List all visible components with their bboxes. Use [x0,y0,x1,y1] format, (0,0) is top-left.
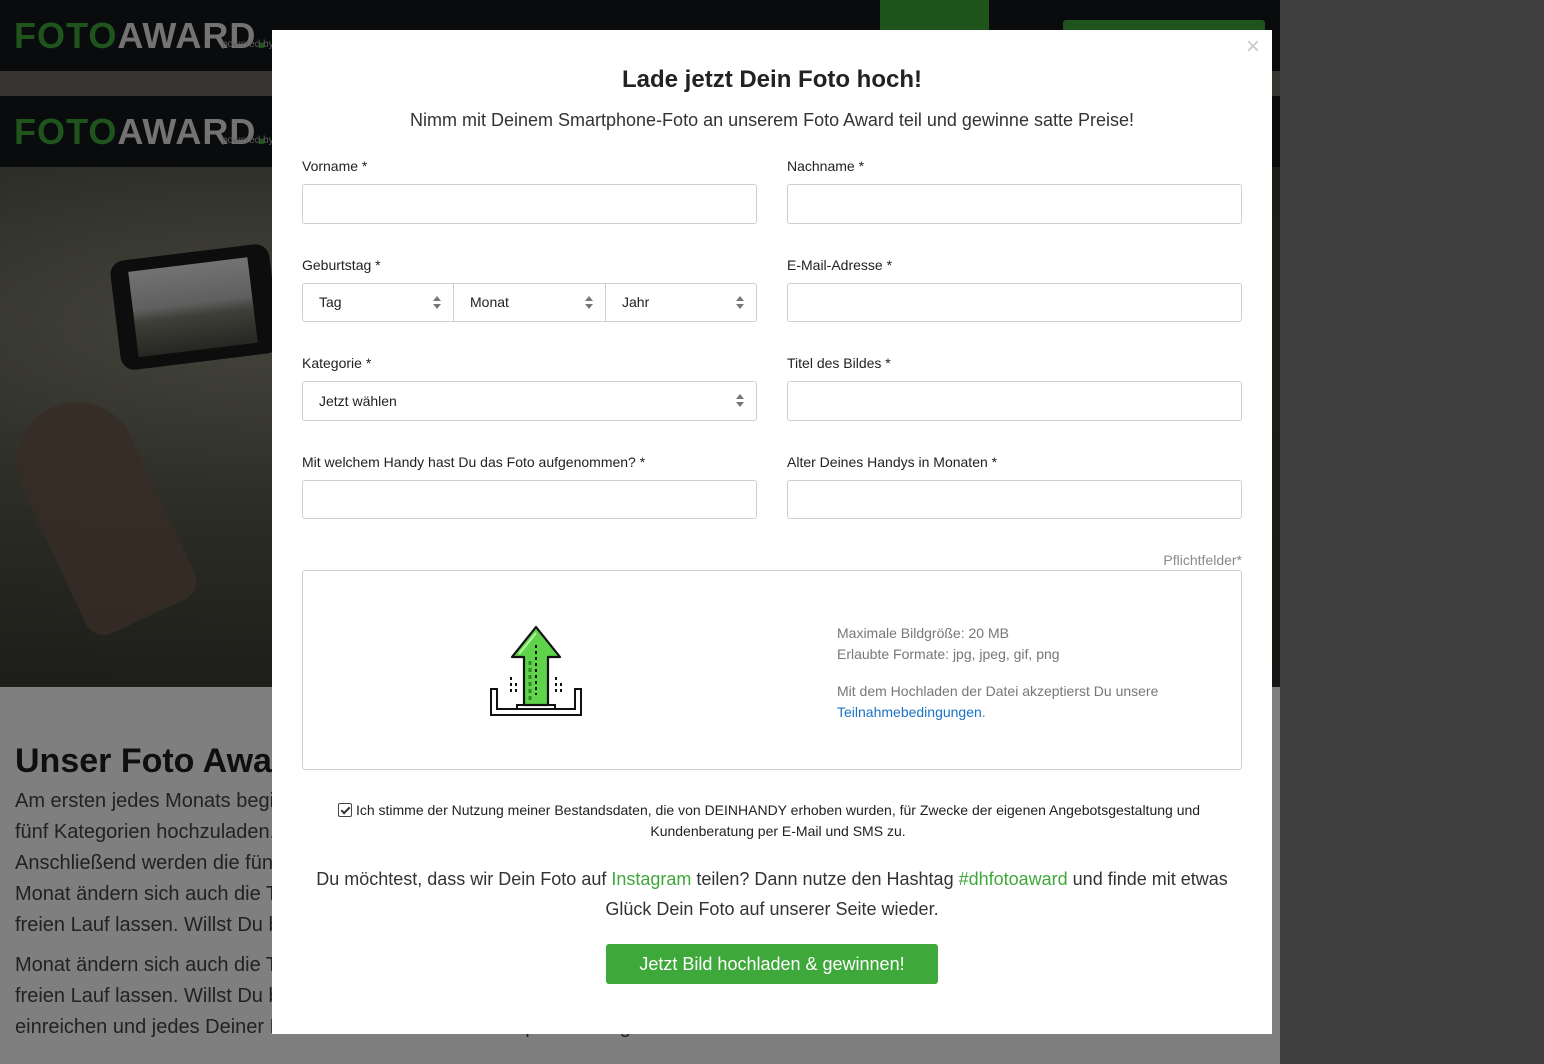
terms-link[interactable]: Teilnahmebedingungen [837,704,982,720]
kategorie-label: Kategorie * [302,355,372,371]
upload-info: Maximale Bildgröße: 20 MB Erlaubte Forma… [837,623,1158,723]
nachname-input[interactable] [787,184,1242,224]
select-arrows-icon [736,394,744,408]
required-note: Pflichtfelder* [1163,552,1242,568]
modal-title: Lade jetzt Dein Foto hoch! [622,66,922,93]
consent-row: Ich stimme der Nutzung meiner Bestandsda… [338,800,1218,842]
submit-button[interactable]: Jetzt Bild hochladen & gewinnen! [606,944,938,984]
kategorie-select[interactable]: Jetzt wählen [302,381,757,421]
handy-label: Mit welchem Handy hast Du das Foto aufge… [302,454,646,470]
geburtstag-label: Geburtstag * [302,257,381,273]
kategorie-select-value: Jetzt wählen [319,393,397,409]
share-text-part: teilen? Dann nutze den Hashtag [691,869,959,889]
select-arrows-icon [433,296,441,310]
select-arrows-icon [736,296,744,310]
upload-dropzone[interactable]: Maximale Bildgröße: 20 MB Erlaubte Forma… [302,570,1242,770]
day-select-value: Tag [319,294,342,310]
email-label: E-Mail-Adresse * [787,257,893,273]
share-text: Du möchtest, dass wir Dein Foto auf Inst… [312,864,1232,924]
nachname-label: Nachname * [787,158,865,174]
max-size-text: Maximale Bildgröße: 20 MB [837,625,1009,641]
instagram-link[interactable]: Instagram [611,869,691,889]
hashtag-link[interactable]: #dhfotoaward [959,869,1068,889]
year-select[interactable]: Jahr [605,283,757,322]
handy-input[interactable] [302,480,757,519]
terms-end: . [981,704,986,720]
terms-text: Mit dem Hochladen der Datei akzeptierst … [837,683,1159,699]
consent-text: Ich stimme der Nutzung meiner Bestandsda… [355,802,1201,839]
titel-label: Titel des Bildes * [787,355,891,371]
titel-input[interactable] [787,381,1242,421]
consent-checkbox[interactable] [338,803,352,817]
email-input[interactable] [787,283,1242,322]
year-select-value: Jahr [622,294,650,310]
modal-subtitle: Nimm mit Deinem Smartphone-Foto an unser… [410,110,1134,130]
select-arrows-icon [585,296,593,310]
upload-modal: × Lade jetzt Dein Foto hoch! Nimm mit De… [272,30,1272,1034]
month-select-value: Monat [470,294,509,310]
vorname-label: Vorname * [302,158,368,174]
upload-arrow-icon [490,625,582,716]
alter-label: Alter Deines Handys in Monaten * [787,454,998,470]
close-icon[interactable]: × [1242,35,1264,59]
alter-input[interactable] [787,480,1242,519]
formats-text: Erlaubte Formate: jpg, jpeg, gif, png [837,646,1060,662]
vorname-input[interactable] [302,184,757,224]
day-select[interactable]: Tag [302,283,454,322]
month-select[interactable]: Monat [453,283,606,322]
share-text-part: Du möchtest, dass wir Dein Foto auf [316,869,612,889]
